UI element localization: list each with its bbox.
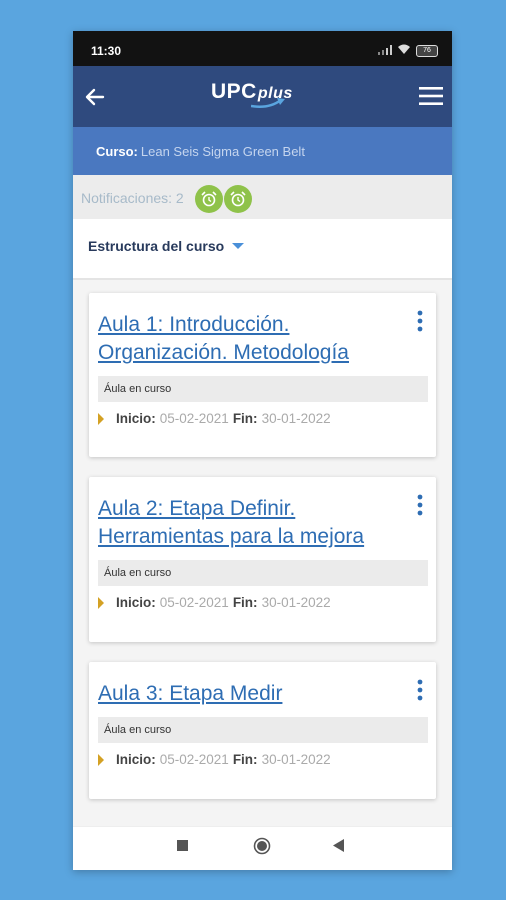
lesson-dates: Inicio: 05-02-2021 Fin: 30-01-2022 xyxy=(98,411,335,426)
logo-main-text: UPC xyxy=(211,80,257,103)
lesson-title-link[interactable]: Aula 1: Introducción. Organización. Meto… xyxy=(98,311,398,367)
app-bar: UPCplus xyxy=(73,66,452,127)
expand-arrow-icon xyxy=(98,412,104,425)
battery-icon: 76 xyxy=(416,45,438,57)
alarm-notification-button[interactable] xyxy=(224,185,252,213)
start-label: Inicio: xyxy=(116,595,156,610)
status-time: 11:30 xyxy=(91,44,122,58)
lesson-card: Aula 1: Introducción. Organización. Meto… xyxy=(89,293,436,457)
end-date: 30-01-2022 xyxy=(261,752,331,767)
alarm-clock-icon xyxy=(230,191,246,207)
lesson-card: Aula 3: Etapa Medir Áula en curso Inicio… xyxy=(89,662,436,799)
wifi-icon xyxy=(397,42,411,60)
triangle-back-icon xyxy=(333,839,344,852)
expand-arrow-icon xyxy=(98,753,104,766)
lesson-dates: Inicio: 05-02-2021 Fin: 30-01-2022 xyxy=(98,595,335,610)
home-button[interactable] xyxy=(253,837,271,860)
lesson-status: Áula en curso xyxy=(98,560,428,586)
expand-arrow-icon xyxy=(98,596,104,609)
logo-swoosh-icon xyxy=(251,98,285,108)
more-vertical-icon xyxy=(417,679,423,701)
course-name: Lean Seis Sigma Green Belt xyxy=(140,144,305,159)
lesson-card: Aula 2: Etapa Definir. Herramientas para… xyxy=(89,477,436,642)
square-icon xyxy=(177,840,188,851)
end-label: Fin: xyxy=(232,411,258,426)
course-bar: Curso: Lean Seis Sigma Green Belt xyxy=(73,127,452,175)
lesson-status: Áula en curso xyxy=(98,376,428,402)
start-date: 05-02-2021 xyxy=(159,595,229,610)
lesson-status: Áula en curso xyxy=(98,717,428,743)
circle-icon xyxy=(253,837,271,855)
lesson-options-button[interactable] xyxy=(414,309,426,333)
course-structure-dropdown[interactable]: Estructura del curso xyxy=(88,238,245,254)
end-label: Fin: xyxy=(232,595,258,610)
back-button[interactable] xyxy=(81,83,109,111)
lesson-options-button[interactable] xyxy=(414,493,426,517)
notifications-bar: Notificaciones: 2 xyxy=(73,175,452,219)
back-arrow-icon xyxy=(85,88,105,106)
start-label: Inicio: xyxy=(116,411,156,426)
more-vertical-icon xyxy=(417,310,423,332)
upc-plus-logo: UPCplus xyxy=(211,80,293,108)
end-date: 30-01-2022 xyxy=(261,411,331,426)
course-structure-label: Estructura del curso xyxy=(88,238,225,254)
system-navigation-bar xyxy=(73,826,452,870)
phone-screen: 11:30 76 UPCplus Curso: Lean Seis Sigma G… xyxy=(73,31,452,870)
back-nav-button[interactable] xyxy=(333,839,345,857)
status-bar: 11:30 76 xyxy=(73,31,452,66)
more-vertical-icon xyxy=(417,494,423,516)
alarm-clock-icon xyxy=(201,191,217,207)
start-date: 05-02-2021 xyxy=(159,752,229,767)
hamburger-icon xyxy=(419,87,443,105)
end-date: 30-01-2022 xyxy=(261,595,331,610)
alarm-notification-button[interactable] xyxy=(195,185,223,213)
recent-apps-button[interactable] xyxy=(177,839,189,857)
course-structure-header: Estructura del curso xyxy=(73,219,452,280)
caret-down-icon xyxy=(232,243,245,249)
notifications-count: Notificaciones: 2 xyxy=(81,190,184,206)
signal-icon xyxy=(378,42,392,60)
menu-button[interactable] xyxy=(418,84,444,108)
start-label: Inicio: xyxy=(116,752,156,767)
lesson-dates: Inicio: 05-02-2021 Fin: 30-01-2022 xyxy=(98,752,335,767)
course-content: Aula 1: Introducción. Organización. Meto… xyxy=(73,280,452,826)
lesson-title-link[interactable]: Aula 2: Etapa Definir. Herramientas para… xyxy=(98,495,398,551)
start-date: 05-02-2021 xyxy=(159,411,229,426)
end-label: Fin: xyxy=(232,752,258,767)
course-info: Curso: Lean Seis Sigma Green Belt xyxy=(96,144,305,159)
lesson-options-button[interactable] xyxy=(414,678,426,702)
lesson-title-link[interactable]: Aula 3: Etapa Medir xyxy=(98,680,398,708)
status-icons: 76 xyxy=(378,42,438,60)
course-label: Curso: xyxy=(96,144,138,159)
